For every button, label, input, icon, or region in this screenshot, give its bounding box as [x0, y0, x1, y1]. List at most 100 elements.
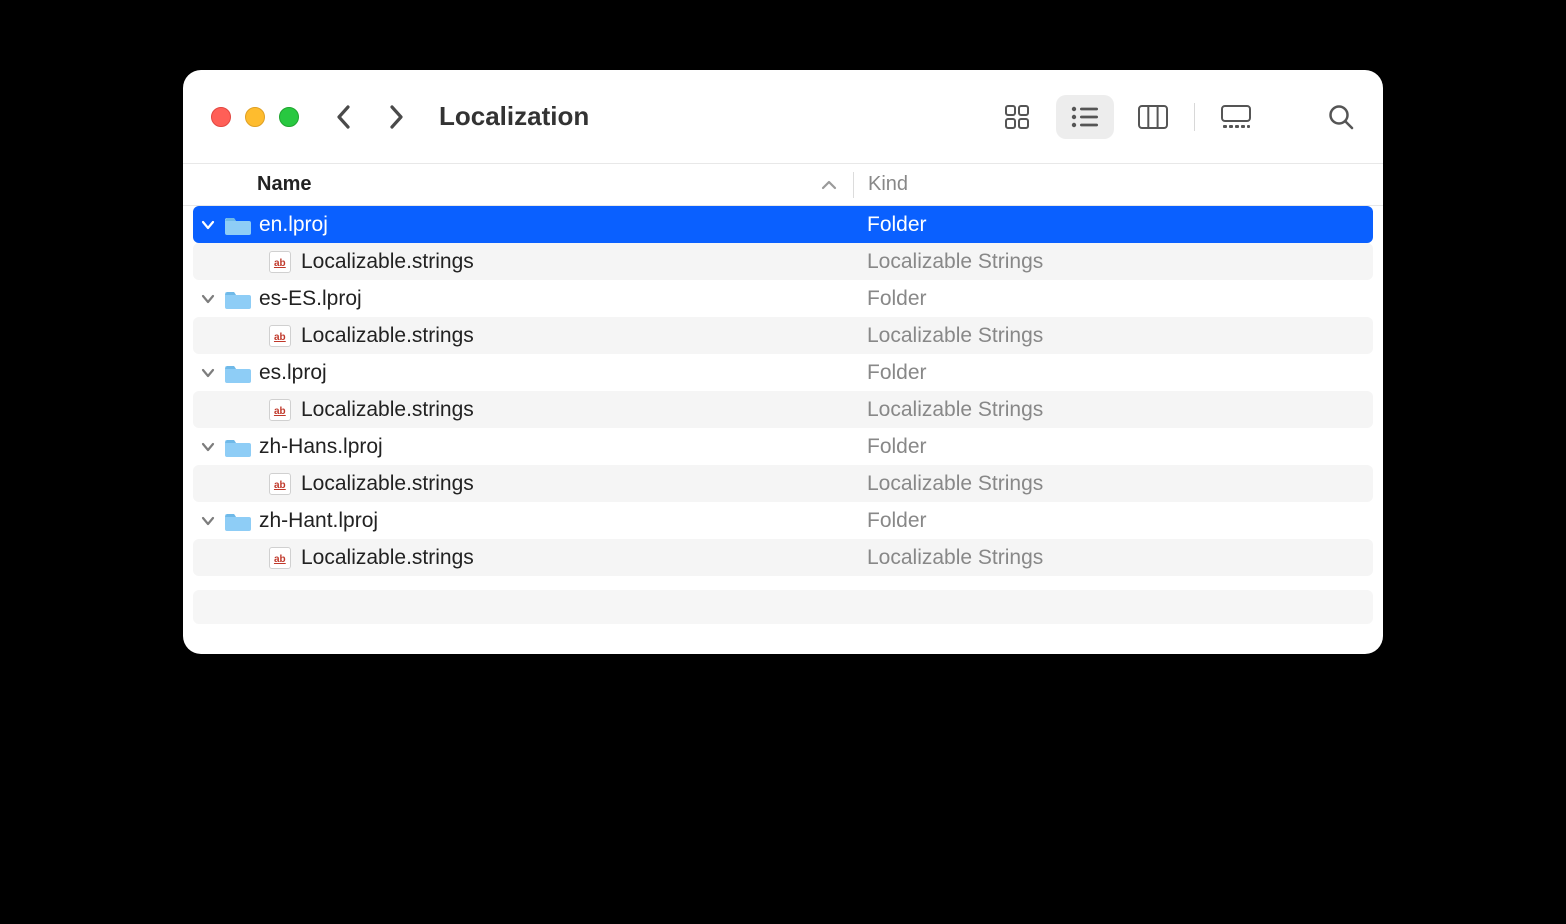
disclosure-toggle[interactable] — [199, 294, 217, 304]
column-header-name-label: Name — [257, 173, 311, 196]
name-cell: a̲b̲ Localizable.strings — [193, 546, 853, 570]
column-headers: Name Kind — [183, 164, 1383, 206]
strings-file-icon: a̲b̲ — [269, 251, 291, 273]
item-kind: Localizable Strings — [853, 546, 1043, 570]
columns-icon — [1138, 105, 1168, 129]
folder-icon — [225, 510, 251, 532]
chevron-down-icon — [201, 442, 215, 452]
close-window-button[interactable] — [211, 107, 231, 127]
item-kind: Folder — [853, 287, 927, 311]
chevron-down-icon — [201, 294, 215, 304]
strings-file-icon: a̲b̲ — [269, 473, 291, 495]
name-cell: es.lproj — [193, 361, 853, 385]
folder-icon — [225, 362, 251, 384]
minimize-window-button[interactable] — [245, 107, 265, 127]
chevron-down-icon — [201, 368, 215, 378]
folder-row[interactable]: en.lproj Folder — [193, 206, 1373, 243]
view-columns-button[interactable] — [1124, 95, 1182, 139]
svg-text:a̲b̲: a̲b̲ — [274, 258, 286, 269]
search-icon — [1327, 103, 1355, 131]
item-name: Localizable.strings — [301, 250, 474, 274]
file-row[interactable]: a̲b̲ Localizable.stringsLocalizable Stri… — [193, 539, 1373, 576]
item-kind: Folder — [853, 361, 927, 385]
name-cell: a̲b̲ Localizable.strings — [193, 472, 853, 496]
item-kind: Localizable Strings — [853, 398, 1043, 422]
name-cell: es-ES.lproj — [193, 287, 853, 311]
finder-window: Localization — [183, 70, 1383, 654]
folder-icon-slot — [223, 436, 253, 458]
item-name: zh-Hans.lproj — [259, 435, 383, 459]
file-row[interactable]: a̲b̲ Localizable.strings Localizable Stri… — [193, 391, 1373, 428]
window-title: Localization — [439, 101, 589, 132]
folder-icon-slot — [223, 214, 253, 236]
file-row[interactable]: a̲b̲ Localizable.stringsLocalizable Stri… — [193, 465, 1373, 502]
item-name: Localizable.strings — [301, 546, 474, 570]
strings-file-icon: a̲b̲ — [269, 325, 291, 347]
item-kind: Folder — [853, 435, 927, 459]
svg-text:a̲b̲: a̲b̲ — [274, 480, 286, 491]
view-gallery-button[interactable] — [1207, 95, 1265, 139]
folder-row[interactable]: zh-Hant.lprojFolder — [193, 502, 1373, 539]
name-cell: a̲b̲ Localizable.strings — [193, 324, 853, 348]
search-button[interactable] — [1327, 103, 1355, 131]
traffic-lights — [211, 107, 299, 127]
file-row[interactable]: a̲b̲ Localizable.stringsLocalizable Stri… — [193, 317, 1373, 354]
view-list-button[interactable] — [1056, 95, 1114, 139]
gallery-icon — [1221, 105, 1251, 129]
empty-stripe-row — [193, 590, 1373, 624]
folder-icon-slot — [223, 510, 253, 532]
file-icon-slot: a̲b̲ — [265, 399, 295, 421]
item-name: es-ES.lproj — [259, 287, 362, 311]
item-name: en.lproj — [259, 213, 328, 237]
svg-text:a̲b̲: a̲b̲ — [274, 332, 286, 343]
folder-row[interactable]: zh-Hans.lproj Folder — [193, 428, 1373, 465]
file-icon-slot: a̲b̲ — [265, 251, 295, 273]
forward-button[interactable] — [387, 103, 405, 131]
item-kind: Localizable Strings — [853, 472, 1043, 496]
zoom-window-button[interactable] — [279, 107, 299, 127]
item-kind: Localizable Strings — [853, 324, 1043, 348]
name-cell: zh-Hans.lproj — [193, 435, 853, 459]
chevron-down-icon — [201, 516, 215, 526]
name-cell: en.lproj — [193, 213, 853, 237]
file-icon-slot: a̲b̲ — [265, 325, 295, 347]
item-name: zh-Hant.lproj — [259, 509, 378, 533]
item-kind: Folder — [853, 213, 927, 237]
view-separator — [1194, 103, 1195, 131]
back-button[interactable] — [335, 103, 353, 131]
grid-icon — [1003, 103, 1031, 131]
disclosure-toggle[interactable] — [199, 442, 217, 452]
chevron-down-icon — [201, 220, 215, 230]
file-list: en.lprojFolder a̲b̲ Localizable.stringsL… — [183, 206, 1383, 580]
disclosure-toggle[interactable] — [199, 220, 217, 230]
view-icons-button[interactable] — [988, 95, 1046, 139]
disclosure-toggle[interactable] — [199, 368, 217, 378]
item-name: Localizable.strings — [301, 398, 474, 422]
svg-text:a̲b̲: a̲b̲ — [274, 406, 286, 417]
item-name: es.lproj — [259, 361, 327, 385]
item-name: Localizable.strings — [301, 324, 474, 348]
toolbar: Localization — [183, 70, 1383, 164]
folder-icon — [225, 288, 251, 310]
folder-icon — [225, 436, 251, 458]
folder-icon — [225, 214, 251, 236]
column-header-kind-label: Kind — [868, 173, 908, 195]
folder-icon-slot — [223, 288, 253, 310]
column-header-kind[interactable]: Kind — [854, 173, 1383, 196]
name-cell: zh-Hant.lproj — [193, 509, 853, 533]
folder-icon-slot — [223, 362, 253, 384]
folder-row[interactable]: es.lproj Folder — [193, 354, 1373, 391]
item-kind: Localizable Strings — [853, 250, 1043, 274]
name-cell: a̲b̲ Localizable.strings — [193, 250, 853, 274]
file-icon-slot: a̲b̲ — [265, 473, 295, 495]
folder-row[interactable]: es-ES.lproj Folder — [193, 280, 1373, 317]
file-row[interactable]: a̲b̲ Localizable.stringsLocalizable Stri… — [193, 243, 1373, 280]
strings-file-icon: a̲b̲ — [269, 399, 291, 421]
file-icon-slot: a̲b̲ — [265, 547, 295, 569]
list-icon — [1070, 105, 1100, 129]
strings-file-icon: a̲b̲ — [269, 547, 291, 569]
item-name: Localizable.strings — [301, 472, 474, 496]
disclosure-toggle[interactable] — [199, 516, 217, 526]
column-header-name[interactable]: Name — [183, 173, 853, 196]
sort-ascending-icon — [821, 179, 837, 191]
